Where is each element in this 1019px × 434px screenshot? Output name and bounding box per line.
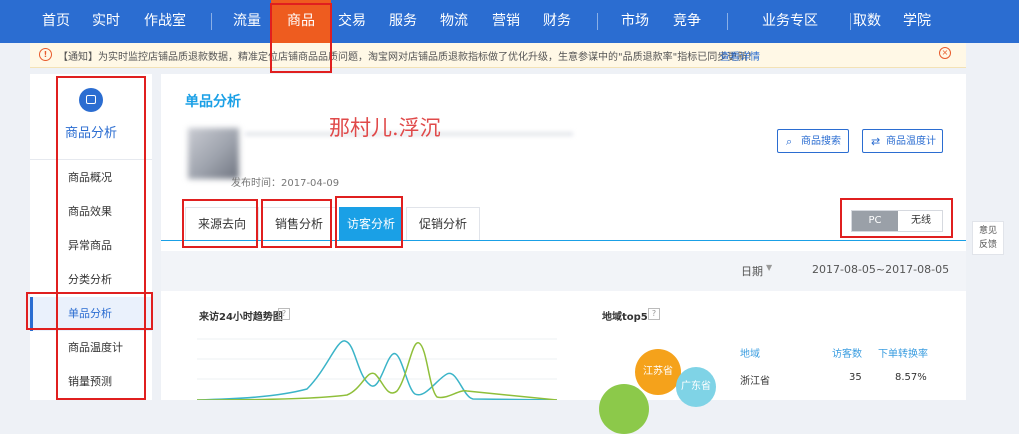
notice-details-link[interactable]: 查看详情: [720, 48, 760, 63]
sidebar-item-single-product[interactable]: 单品分析: [30, 297, 152, 331]
sidebar-item-effect[interactable]: 商品效果: [30, 195, 152, 229]
trend-chart: [197, 338, 557, 400]
warning-icon: !: [39, 48, 52, 61]
date-label[interactable]: 日期: [741, 263, 763, 279]
chevron-down-icon[interactable]: ▼: [766, 263, 772, 272]
nav-item-market[interactable]: 市场: [617, 0, 653, 43]
nav-item-data-fetch[interactable]: 取数: [849, 0, 885, 43]
column-header-region: 地域: [740, 349, 760, 360]
page-title: 单品分析: [185, 94, 241, 110]
help-icon[interactable]: ?: [648, 308, 660, 320]
nav-item-home[interactable]: 首页: [38, 0, 74, 43]
feedback-line-2: 反馈: [978, 240, 997, 250]
product-search-button[interactable]: ⌕ 商品搜索: [777, 129, 849, 153]
toggle-wireless[interactable]: 无线: [898, 211, 944, 231]
nav-item-realtime[interactable]: 实时: [88, 0, 124, 43]
exchange-icon: ⇄: [871, 135, 881, 148]
sidebar-title: 商品分析: [64, 126, 117, 141]
notice-bar: ! 【通知】为实时监控店铺品质退款数据，精准定位店铺商品品质问题，淘宝网对店铺品…: [30, 43, 966, 68]
bag-icon: [79, 88, 103, 112]
sidebar-divider: [30, 159, 152, 160]
feedback-button[interactable]: 意见 反馈: [972, 221, 1004, 255]
series-line-b: [197, 342, 557, 400]
series-line-a: [197, 340, 557, 400]
device-toggle: PC 无线: [851, 210, 943, 232]
nav-separator: [597, 13, 598, 30]
nav-item-competition[interactable]: 竞争: [669, 0, 705, 43]
nav-item-finance[interactable]: 财务: [539, 0, 575, 43]
tab-source[interactable]: 来源去向: [185, 207, 259, 240]
date-range[interactable]: 2017-08-05~2017-08-05: [812, 263, 949, 276]
nav-item-logistics[interactable]: 物流: [436, 0, 472, 43]
nav-item-trade[interactable]: 交易: [334, 0, 370, 43]
sidebar: 商品分析 商品概况 商品效果 异常商品 分类分析 单品分析 商品温度计 销量预测: [30, 74, 152, 400]
region-cell: 浙江省: [740, 376, 770, 387]
product-thermometer-button[interactable]: ⇄ 商品温度计: [862, 129, 943, 153]
product-thumbnail[interactable]: [188, 128, 239, 179]
publish-date: 发布时间：2017-04-09: [231, 178, 340, 189]
tab-promotion[interactable]: 促销分析: [406, 207, 480, 240]
date-bar: 日期 ▼ 2017-08-05~2017-08-05: [161, 251, 966, 291]
close-icon[interactable]: ×: [939, 47, 951, 59]
sidebar-item-sales-forecast[interactable]: 销量预测: [30, 365, 152, 399]
help-icon[interactable]: ?: [278, 308, 290, 320]
nav-item-academy[interactable]: 学院: [899, 0, 935, 43]
toggle-pc[interactable]: PC: [852, 211, 898, 231]
region-panel-title: 地域top5: [602, 312, 648, 323]
visitors-cell: 35: [849, 372, 862, 383]
trend-panel-title: 来访24小时趋势图: [199, 312, 283, 323]
column-header-visitors: 访客数: [832, 349, 862, 360]
sidebar-item-overview[interactable]: 商品概况: [30, 161, 152, 195]
region-bubble-guangdong[interactable]: 广东省: [676, 367, 716, 407]
nav-item-traffic[interactable]: 流量: [229, 0, 265, 43]
column-header-conversion: 下单转换率: [878, 349, 928, 360]
region-bubble-jiangsu[interactable]: 江苏省: [635, 349, 681, 395]
sidebar-item-thermometer[interactable]: 商品温度计: [30, 331, 152, 365]
main-content: 单品分析 那村儿.浮沉 发布时间：2017-04-09 ⌕ 商品搜索 ⇄ 商品温…: [161, 74, 966, 434]
sidebar-item-category[interactable]: 分类分析: [30, 263, 152, 297]
nav-item-business-zone[interactable]: 业务专区: [749, 0, 831, 43]
notice-text: 【通知】为实时监控店铺品质退款数据，精准定位店铺商品品质问题，淘宝网对店铺品质退…: [58, 52, 758, 63]
tab-sales[interactable]: 销售分析: [262, 207, 336, 240]
conversion-cell: 8.57%: [895, 372, 927, 383]
nav-item-war-room[interactable]: 作战室: [140, 0, 190, 43]
nav-item-service[interactable]: 服务: [385, 0, 421, 43]
feedback-line-1: 意见: [978, 226, 997, 236]
top-navigation: 首页 实时 作战室 流量 商品 交易 服务 物流 营销 财务 市场 竞争 业务专…: [0, 0, 1019, 43]
nav-item-products[interactable]: 商品: [271, 0, 331, 43]
search-icon: ⌕: [786, 135, 793, 148]
tab-visitors[interactable]: 访客分析: [339, 207, 403, 240]
nav-item-marketing[interactable]: 营销: [488, 0, 524, 43]
region-bubble-zhejiang[interactable]: [599, 384, 649, 434]
sidebar-item-abnormal[interactable]: 异常商品: [30, 229, 152, 263]
tab-underline: [161, 240, 966, 241]
watermark: 那村儿.浮沉: [329, 116, 441, 140]
nav-separator: [211, 13, 212, 30]
nav-separator: [727, 13, 728, 30]
